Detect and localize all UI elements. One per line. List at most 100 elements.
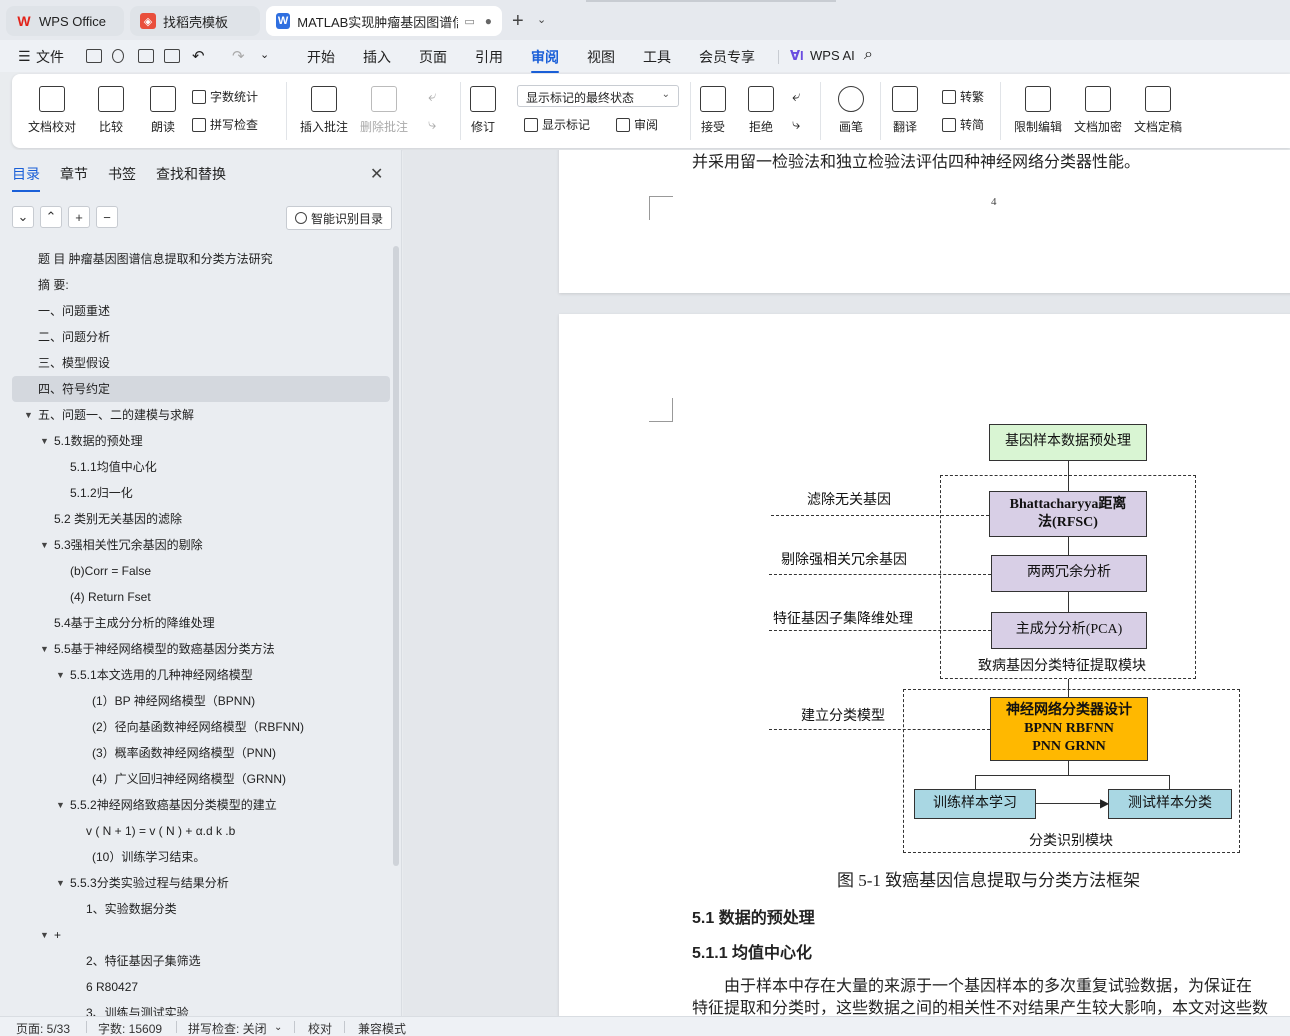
to-traditional-button[interactable]: 转繁 <box>942 88 984 105</box>
encrypt-button[interactable]: 文档加密 <box>1074 86 1122 135</box>
toc-item[interactable]: ▼ 5.5.3分类实验过程与结果分析 <box>12 870 390 896</box>
expand-caret-icon[interactable]: ▼ <box>40 636 49 662</box>
tab-wps-office[interactable]: W WPS Office <box>6 6 124 36</box>
save-icon[interactable] <box>86 49 102 63</box>
toc-item[interactable]: 题 目 肿瘤基因图谱信息提取和分类方法研究 <box>12 246 390 272</box>
toc-item[interactable]: 四、符号约定 <box>12 376 390 402</box>
finalize-button[interactable]: 文档定稿 <box>1134 86 1182 135</box>
nav-tab-find-replace[interactable]: 查找和替换 <box>156 164 226 192</box>
expand-caret-icon[interactable]: ▼ <box>40 922 49 948</box>
add-icon[interactable]: + <box>68 206 90 228</box>
toc-item[interactable]: 5.1.1均值中心化 <box>12 454 390 480</box>
delete-comment-button[interactable]: 删除批注 <box>360 86 408 135</box>
menu-member[interactable]: 会员专享 <box>699 47 755 67</box>
toc-item[interactable]: ▼ 5.5.1本文选用的几种神经网络模型 <box>12 662 390 688</box>
undo-icon[interactable]: ↶ <box>192 47 205 65</box>
menu-start[interactable]: 开始 <box>307 47 335 67</box>
chevron-down-icon[interactable]: ⌄ <box>537 13 546 26</box>
review-pane-button[interactable]: 审阅 <box>616 116 658 133</box>
expand-down-icon[interactable]: ⌄ <box>12 206 34 228</box>
expand-caret-icon[interactable]: ▼ <box>40 428 49 454</box>
expand-caret-icon[interactable]: ▼ <box>56 870 65 896</box>
tab-docer-templates[interactable]: ◈ 找稻壳模板 <box>130 6 260 36</box>
nav-tab-toc[interactable]: 目录 <box>12 164 40 192</box>
revise-button[interactable]: 修订 <box>470 86 496 135</box>
toc-item[interactable]: 5.4基于主成分分析的降维处理 <box>12 610 390 636</box>
toc-item[interactable]: (b)Corr = False <box>12 558 390 584</box>
word-count-button[interactable]: 字数统计 <box>192 88 258 105</box>
toc-item[interactable]: 5.1.2归一化 <box>12 480 390 506</box>
compare-button[interactable]: 比较 <box>98 86 124 135</box>
toc-item[interactable]: 1、实验数据分类 <box>12 896 390 922</box>
toc-item[interactable]: (1）BP 神经网络模型（BPNN) <box>12 688 390 714</box>
prev-comment-icon[interactable]: ⤶ <box>428 88 436 105</box>
collapse-up-icon[interactable]: ⌃ <box>40 206 62 228</box>
nav-tab-chapter[interactable]: 章节 <box>60 164 88 192</box>
pen-button[interactable]: 画笔 <box>838 86 864 135</box>
toc-item[interactable]: 三、模型假设 <box>12 350 390 376</box>
toc-item[interactable]: 一、问题重述 <box>12 298 390 324</box>
toc-item[interactable]: 2、特征基因子集筛选 <box>12 948 390 974</box>
word-count-indicator[interactable]: 字数: 15609 <box>98 1020 162 1036</box>
toc-item[interactable]: 二、问题分析 <box>12 324 390 350</box>
new-tab-icon[interactable]: + <box>512 10 524 33</box>
doc-check-button[interactable]: 文档校对 <box>28 86 76 135</box>
toc-item[interactable]: (2）径向基函数神经网络模型（RBFNN) <box>12 714 390 740</box>
expand-caret-icon[interactable]: ▼ <box>56 662 65 688</box>
nav-tab-bookmark[interactable]: 书签 <box>108 164 136 192</box>
next-revision-icon[interactable]: ⤷ <box>792 116 800 133</box>
read-aloud-button[interactable]: 朗读 <box>150 86 176 135</box>
proofread-indicator[interactable]: 校对 <box>308 1020 332 1036</box>
expand-caret-icon[interactable]: ▼ <box>24 402 33 428</box>
toc-item[interactable]: (4）广义回归神经网络模型（GRNN) <box>12 766 390 792</box>
translate-button[interactable]: 翻译 <box>892 86 918 135</box>
search-icon[interactable]: ⌕ <box>864 46 873 64</box>
menu-review[interactable]: 审阅 <box>531 47 559 73</box>
reject-button[interactable]: 拒绝 <box>748 86 774 135</box>
spell-check-button[interactable]: 拼写检查 <box>192 116 258 133</box>
next-comment-icon[interactable]: ⤷ <box>428 116 436 133</box>
menu-page[interactable]: 页面 <box>419 47 447 67</box>
toc-item[interactable]: ▼ 五、问题一、二的建模与求解 <box>12 402 390 428</box>
toc-item[interactable]: v ( N + 1) = v ( N ) + α.d k .b <box>12 818 390 844</box>
menu-wps-ai[interactable]: WPS AI <box>810 48 855 63</box>
smart-toc-button[interactable]: 智能识别目录 <box>286 206 393 230</box>
markup-state-select[interactable]: 显示标记的最终状态 ⌄ <box>517 85 679 107</box>
menu-reference[interactable]: 引用 <box>475 47 503 67</box>
print-preview-icon[interactable] <box>164 49 180 63</box>
link-icon[interactable] <box>112 49 124 63</box>
toc-item[interactable]: 5.2 类别无关基因的滤除 <box>12 506 390 532</box>
toc-item[interactable]: ▼ 5.5.2神经网络致癌基因分类模型的建立 <box>12 792 390 818</box>
toc-item[interactable]: ▼ 5.5基于神经网络模型的致癌基因分类方法 <box>12 636 390 662</box>
tab-document[interactable]: W MATLAB实现肿瘤基因图谱信息 ▭ ● <box>266 6 502 36</box>
chevron-down-icon[interactable]: ⌄ <box>274 1022 282 1033</box>
toc-item[interactable]: ▼ 5.3强相关性冗余基因的剔除 <box>12 532 390 558</box>
hamburger-icon[interactable]: ☰ <box>18 48 31 65</box>
prev-revision-icon[interactable]: ⤶ <box>792 88 800 105</box>
expand-caret-icon[interactable]: ▼ <box>40 532 49 558</box>
toc-item[interactable]: ▼ 5.1数据的预处理 <box>12 428 390 454</box>
restrict-edit-button[interactable]: 限制编辑 <box>1014 86 1062 135</box>
toc-scrollbar[interactable] <box>393 246 399 866</box>
accept-button[interactable]: 接受 <box>700 86 726 135</box>
show-markup-button[interactable]: 显示标记 <box>524 116 590 133</box>
remove-icon[interactable]: − <box>96 206 118 228</box>
chevron-down-icon[interactable]: ⌄ <box>260 48 269 61</box>
menu-insert[interactable]: 插入 <box>363 47 391 67</box>
tab-close-icon[interactable]: ● <box>485 14 492 28</box>
toc-item[interactable]: (4) Return Fset <box>12 584 390 610</box>
menu-tools[interactable]: 工具 <box>643 47 671 67</box>
to-simplified-button[interactable]: 转简 <box>942 116 984 133</box>
page-indicator[interactable]: 页面: 5/33 <box>16 1020 70 1036</box>
close-icon[interactable]: ✕ <box>370 164 383 184</box>
toc-item[interactable]: (10）训练学习结束。 <box>12 844 390 870</box>
expand-caret-icon[interactable]: ▼ <box>56 792 65 818</box>
toc-item[interactable]: ▼ + <box>12 922 390 948</box>
toc-item[interactable]: (3）概率函数神经网络模型（PNN) <box>12 740 390 766</box>
menu-file[interactable]: 文件 <box>36 47 64 67</box>
toc-item[interactable]: 摘 要: <box>12 272 390 298</box>
menu-view[interactable]: 视图 <box>587 47 615 67</box>
insert-comment-button[interactable]: 插入批注 <box>300 86 348 135</box>
spell-check-indicator[interactable]: 拼写检查: 关闭 <box>188 1020 267 1036</box>
redo-icon[interactable]: ↷ <box>232 47 245 65</box>
